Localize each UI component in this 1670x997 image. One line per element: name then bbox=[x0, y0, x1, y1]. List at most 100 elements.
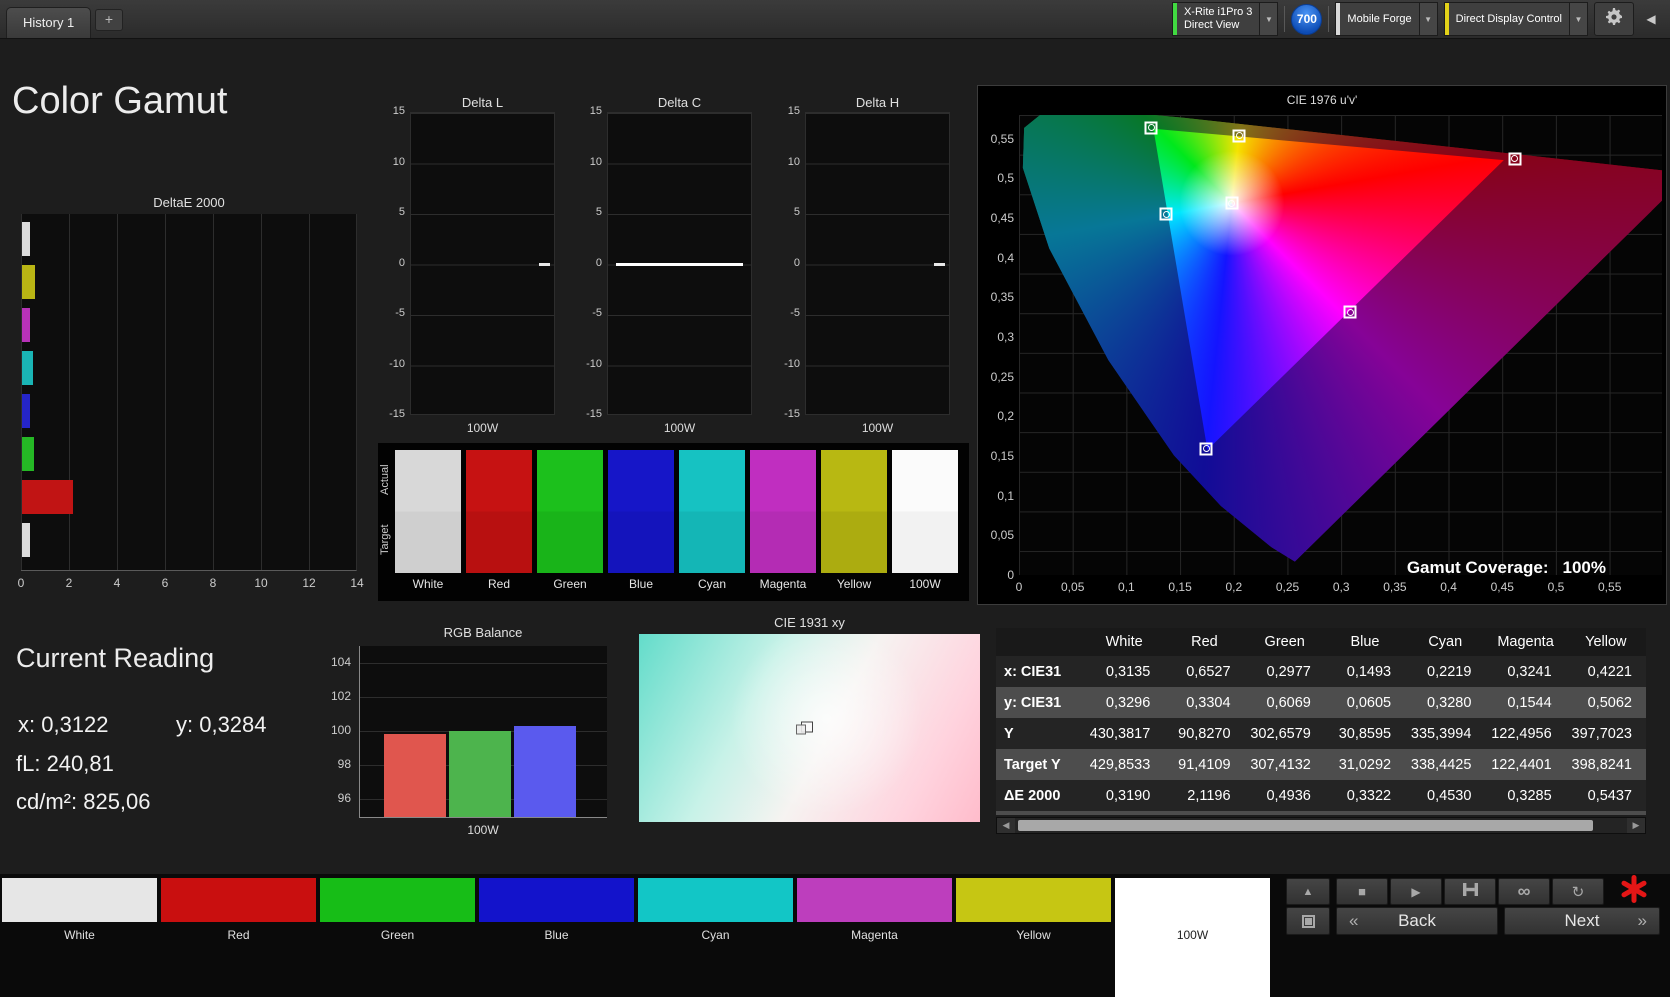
x-tick-label: 0,4 bbox=[1440, 580, 1457, 594]
pattern-swatch-label: Yellow bbox=[956, 928, 1111, 942]
refresh-icon: ↻ bbox=[1572, 883, 1585, 901]
arrow-up-icon: ▲ bbox=[1303, 886, 1314, 898]
x-tick-label: 0,35 bbox=[1383, 580, 1406, 594]
table-cell: 0,4564 bbox=[1084, 811, 1164, 815]
y-tick-label: 0,4 bbox=[982, 251, 1014, 265]
swatch-strip: Actual Target WhiteRedGreenBlueCyanMagen… bbox=[378, 443, 969, 601]
marker-dot bbox=[1228, 200, 1235, 207]
cie-marker-green bbox=[1145, 121, 1158, 134]
workflow-dropdown[interactable]: Mobile Forge ▼ bbox=[1335, 2, 1437, 36]
pattern-swatch-yellow[interactable] bbox=[956, 878, 1111, 922]
table-cell: 2,1196 bbox=[1164, 780, 1244, 811]
swatch-label: White bbox=[395, 577, 461, 591]
table-col-cyan: Cyan bbox=[1405, 628, 1485, 656]
pattern-swatch-label: 100W bbox=[1115, 928, 1270, 942]
cie-marker-white bbox=[1225, 197, 1238, 210]
settings-button[interactable] bbox=[1594, 2, 1634, 36]
table-row-y: Y430,381790,8270302,657930,8595335,39941… bbox=[996, 718, 1646, 749]
rgb-bar-green bbox=[449, 731, 511, 817]
cie-marker-red bbox=[1508, 152, 1521, 165]
reading-x: x: 0,3122 bbox=[18, 712, 109, 738]
collapse-panel-button[interactable]: ◀ bbox=[1640, 3, 1662, 35]
pattern-window-button[interactable] bbox=[1286, 907, 1330, 935]
arrow-left-icon: ◀ bbox=[1003, 820, 1010, 831]
y-tick-label: 104 bbox=[321, 655, 351, 669]
chart-title: Delta L bbox=[410, 95, 555, 110]
rgb-bar-blue bbox=[514, 726, 576, 817]
pattern-swatch-cyan[interactable] bbox=[638, 878, 793, 922]
swatch-green[interactable] bbox=[537, 450, 603, 573]
repeat-button[interactable]: ↻ bbox=[1552, 878, 1604, 905]
deltae-x-tick: 6 bbox=[162, 576, 169, 590]
table-cell: 430,3817 bbox=[1084, 718, 1164, 749]
pattern-swatch-magenta[interactable] bbox=[797, 878, 952, 922]
play-button[interactable]: ▶ bbox=[1390, 878, 1442, 905]
add-tab-button[interactable]: + bbox=[95, 9, 123, 31]
stop-button[interactable]: ■ bbox=[1336, 878, 1388, 905]
deltae-bar-cyan bbox=[22, 351, 33, 385]
chevron-down-icon[interactable]: ▼ bbox=[1419, 3, 1437, 35]
scrollbar-thumb[interactable] bbox=[1018, 820, 1593, 831]
back-button[interactable]: « Back bbox=[1336, 907, 1498, 935]
chevron-double-right-icon: » bbox=[1638, 908, 1647, 934]
swatch-100w[interactable] bbox=[892, 450, 958, 573]
pattern-swatch-white[interactable] bbox=[2, 878, 157, 922]
swatch-yellow[interactable] bbox=[821, 450, 887, 573]
app-window: History 1 + X-Rite i1Pro 3 Direct View ▼… bbox=[0, 0, 1670, 997]
meter-dropdown[interactable]: X-Rite i1Pro 3 Direct View ▼ bbox=[1172, 2, 1278, 36]
display-control-dropdown[interactable]: Direct Display Control ▼ bbox=[1444, 2, 1588, 36]
table-cell: 3,0452 bbox=[1245, 811, 1325, 815]
continuous-read-button[interactable]: ∞ bbox=[1498, 878, 1550, 905]
row-label: x: CIE31 bbox=[996, 656, 1084, 687]
swatch-white[interactable] bbox=[395, 450, 461, 573]
deltae-x-tick: 14 bbox=[350, 576, 363, 590]
data-line bbox=[616, 263, 743, 266]
table-col-magenta: Magenta bbox=[1485, 628, 1565, 656]
chevron-down-icon[interactable]: ▼ bbox=[1259, 3, 1277, 35]
deltae-bar-magenta bbox=[22, 308, 30, 342]
delta-c-chart: Delta C151050-5-10-15100W bbox=[572, 95, 772, 440]
deltae-bar-blue bbox=[22, 394, 30, 428]
y-tick-label: 0 bbox=[982, 568, 1014, 582]
separator bbox=[1284, 6, 1285, 32]
meter-name: X-Rite i1Pro 3 bbox=[1184, 6, 1252, 19]
pattern-swatch-label: Red bbox=[161, 928, 316, 942]
table-cell: 0,0605 bbox=[1325, 687, 1405, 718]
display-control-name: Direct Display Control bbox=[1456, 13, 1562, 26]
x-axis-label: 100W bbox=[805, 421, 950, 435]
y-tick-label: 15 bbox=[770, 105, 800, 117]
scroll-left-button[interactable]: ◀ bbox=[997, 818, 1015, 833]
histogram-button[interactable] bbox=[1444, 878, 1496, 905]
swatch-red[interactable] bbox=[466, 450, 532, 573]
scroll-right-button[interactable]: ▶ bbox=[1627, 818, 1645, 833]
y-tick-label: 96 bbox=[321, 791, 351, 805]
y-tick-label: -15 bbox=[572, 408, 602, 420]
rgb-bar-red bbox=[384, 734, 446, 817]
pattern-swatch-green[interactable] bbox=[320, 878, 475, 922]
table-cell: 302,6579 bbox=[1245, 718, 1325, 749]
arrow-right-icon: ▶ bbox=[1633, 820, 1640, 831]
tab-history-1[interactable]: History 1 bbox=[6, 7, 91, 38]
y-tick-label: 5 bbox=[572, 206, 602, 218]
expand-controls-button[interactable]: ▲ bbox=[1286, 878, 1330, 905]
row-label-actual: Actual bbox=[379, 451, 393, 509]
table-cell: 122,4956 bbox=[1485, 718, 1565, 749]
table-cell: 0,6527 bbox=[1164, 656, 1244, 687]
chevron-double-left-icon: « bbox=[1349, 908, 1358, 934]
next-button[interactable]: Next » bbox=[1504, 907, 1660, 935]
chevron-down-icon[interactable]: ▼ bbox=[1569, 3, 1587, 35]
rgb-balance-title: RGB Balance bbox=[359, 625, 607, 640]
bottom-strip: ▲ ■ ▶ ∞ ↻ « Back Next » WhiteRedGreenBlu… bbox=[0, 874, 1670, 997]
swatch-cyan[interactable] bbox=[679, 450, 745, 573]
swatch-blue[interactable] bbox=[608, 450, 674, 573]
separator bbox=[1328, 6, 1329, 32]
y-tick-label: -10 bbox=[770, 358, 800, 370]
pattern-swatch-blue[interactable] bbox=[479, 878, 634, 922]
y-tick-label: 10 bbox=[770, 156, 800, 168]
swatch-magenta[interactable] bbox=[750, 450, 816, 573]
pattern-swatch-red[interactable] bbox=[161, 878, 316, 922]
y-tick-label: 0,15 bbox=[982, 449, 1014, 463]
pattern-swatch-100w[interactable]: 100W bbox=[1115, 878, 1270, 997]
scrollbar-track[interactable] bbox=[1015, 818, 1627, 833]
x-tick-label: 0 bbox=[1016, 580, 1023, 594]
